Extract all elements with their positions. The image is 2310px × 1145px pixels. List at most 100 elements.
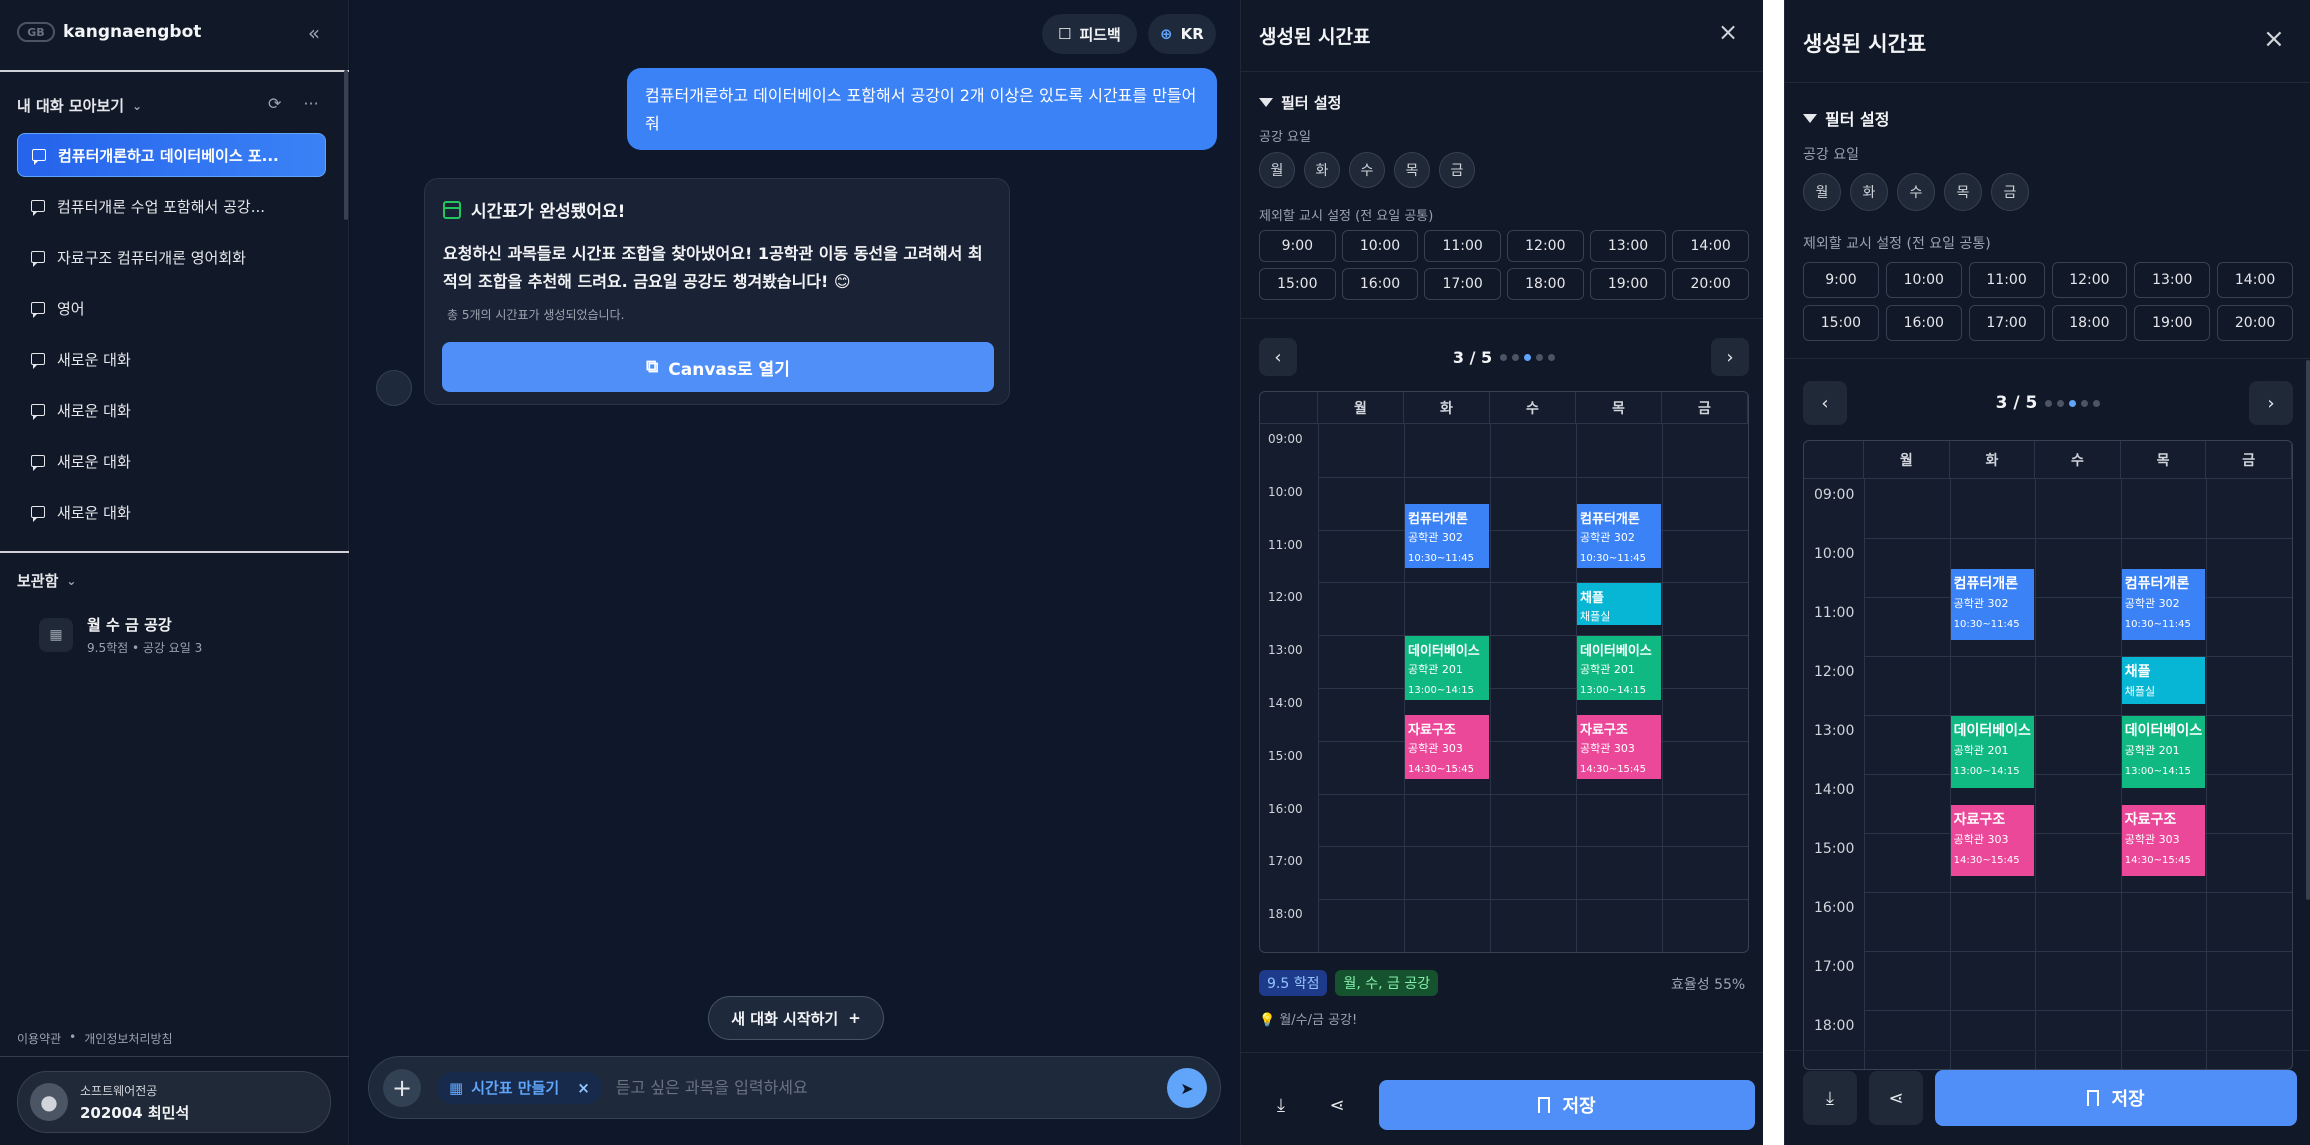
message-input[interactable] bbox=[615, 1078, 1146, 1097]
day-pill-wed[interactable]: 수 bbox=[1897, 173, 1935, 211]
share-icon[interactable]: ⋖ bbox=[1869, 1071, 1923, 1125]
hour-button[interactable]: 18:00 bbox=[1506, 268, 1584, 300]
day-pill-mon[interactable]: 월 bbox=[1803, 173, 1841, 211]
hour-button[interactable]: 13:00 bbox=[1589, 230, 1667, 262]
page-dot[interactable] bbox=[2093, 399, 2101, 407]
hour-button[interactable]: 12:00 bbox=[1506, 230, 1584, 262]
hour-button[interactable]: 11:00 bbox=[1968, 262, 2045, 298]
hour-button[interactable]: 10:00 bbox=[1885, 262, 1962, 298]
download-icon[interactable]: ⤓ bbox=[1259, 1081, 1303, 1129]
page-dot[interactable] bbox=[1512, 353, 1520, 361]
send-button[interactable]: ➤ bbox=[1167, 1068, 1207, 1108]
course-block[interactable]: 데이터베이스 공학관 201 13:00~14:15 bbox=[1950, 716, 2035, 788]
conversation-item[interactable]: 영어 bbox=[17, 286, 326, 330]
day-pill-fri[interactable]: 금 bbox=[1991, 173, 2029, 211]
hour-button[interactable]: 16:00 bbox=[1341, 268, 1419, 300]
hour-button[interactable]: 14:00 bbox=[1672, 230, 1749, 262]
conversation-item[interactable]: 새로운 대화 bbox=[17, 490, 326, 534]
conversation-item-active[interactable]: 컴퓨터개론하고 데이터베이스 포... bbox=[17, 133, 326, 177]
save-button[interactable]: 저장 bbox=[1379, 1080, 1755, 1130]
saved-header[interactable]: 보관함 ⌄ bbox=[17, 570, 76, 591]
page-dot[interactable] bbox=[1500, 353, 1508, 361]
attach-plus-button[interactable]: + bbox=[383, 1068, 421, 1107]
hour-button[interactable]: 18:00 bbox=[2051, 305, 2128, 341]
hour-button[interactable]: 11:00 bbox=[1424, 230, 1501, 262]
conversations-header[interactable]: 내 대화 모아보기 ⌄ bbox=[17, 95, 142, 116]
course-block[interactable]: 컴퓨터개론 공학관 302 10:30~11:45 bbox=[1405, 504, 1489, 569]
saved-timetable-item[interactable]: ▦ 월 수 금 공강 9.5학점 • 공강 요일 3 bbox=[39, 614, 202, 656]
hour-button[interactable]: 16:00 bbox=[1885, 305, 1962, 341]
page-dot-active[interactable] bbox=[1524, 353, 1532, 361]
hour-button[interactable]: 20:00 bbox=[2217, 305, 2293, 341]
prev-page-button[interactable]: ‹ bbox=[1259, 338, 1297, 376]
day-pill-wed[interactable]: 수 bbox=[1349, 152, 1385, 188]
course-block[interactable]: 컴퓨터개론 공학관 302 10:30~11:45 bbox=[1950, 568, 2035, 641]
hour-button[interactable]: 17:00 bbox=[1968, 305, 2045, 341]
course-block[interactable]: 자료구조 공학관 303 14:30~15:45 bbox=[1405, 715, 1489, 780]
close-icon[interactable]: × bbox=[2263, 24, 2285, 54]
hour-button[interactable]: 10:00 bbox=[1341, 230, 1419, 262]
hour-button[interactable]: 13:00 bbox=[2134, 262, 2211, 298]
hour-button[interactable]: 17:00 bbox=[1424, 268, 1501, 300]
course-block[interactable]: 채플 채플실 bbox=[1577, 583, 1661, 626]
day-pill-thu[interactable]: 목 bbox=[1394, 152, 1430, 188]
day-pill-tue[interactable]: 화 bbox=[1850, 173, 1888, 211]
course-block[interactable]: 데이터베이스 공학관 201 13:00~14:15 bbox=[1577, 636, 1661, 701]
save-button[interactable]: 저장 bbox=[1935, 1070, 2297, 1126]
language-button[interactable]: ⊕ KR bbox=[1148, 14, 1216, 54]
hour-button[interactable]: 9:00 bbox=[1259, 230, 1336, 262]
hour-button[interactable]: 20:00 bbox=[1672, 268, 1749, 300]
page-dot-active[interactable] bbox=[2069, 399, 2077, 407]
prev-page-button[interactable]: ‹ bbox=[1803, 381, 1847, 425]
course-block[interactable]: 데이터베이스 공학관 201 13:00~14:15 bbox=[2121, 716, 2206, 788]
course-block[interactable]: 자료구조 공학관 303 14:30~15:45 bbox=[1577, 715, 1661, 780]
hour-button[interactable]: 9:00 bbox=[1803, 262, 1879, 298]
close-icon[interactable]: × bbox=[577, 1079, 590, 1097]
conversation-item[interactable]: 자료구조 컴퓨터개론 영어회화 bbox=[17, 235, 326, 279]
conversation-item[interactable]: 새로운 대화 bbox=[17, 439, 326, 483]
user-profile[interactable]: ● 소프트웨어전공 202004 최민석 bbox=[17, 1071, 331, 1133]
course-block[interactable]: 자료구조 공학관 303 14:30~15:45 bbox=[2121, 804, 2206, 877]
privacy-link[interactable]: 개인정보처리방침 bbox=[84, 1030, 172, 1047]
close-icon[interactable]: × bbox=[1718, 18, 1738, 46]
course-block[interactable]: 데이터베이스 공학관 201 13:00~14:15 bbox=[1405, 636, 1489, 701]
course-block[interactable]: 채플 채플실 bbox=[2121, 657, 2206, 704]
page-dot[interactable] bbox=[2057, 399, 2065, 407]
next-page-button[interactable]: › bbox=[1711, 338, 1749, 376]
conversation-item[interactable]: 새로운 대화 bbox=[17, 388, 326, 432]
brand[interactable]: GB kangnaengbot bbox=[17, 22, 201, 42]
day-pill-fri[interactable]: 금 bbox=[1439, 152, 1475, 188]
conversation-item[interactable]: 새로운 대화 bbox=[17, 337, 326, 381]
panel-scrollbar[interactable] bbox=[2306, 360, 2310, 900]
saved-item-subtitle: 9.5학점 • 공강 요일 3 bbox=[87, 641, 203, 655]
course-block[interactable]: 자료구조 공학관 303 14:30~15:45 bbox=[1950, 804, 2035, 877]
hour-button[interactable]: 14:00 bbox=[2217, 262, 2293, 298]
course-block[interactable]: 컴퓨터개론 공학관 302 10:30~11:45 bbox=[2121, 568, 2206, 641]
open-canvas-button[interactable]: ⧉ Canvas로 열기 bbox=[442, 342, 994, 392]
day-pill-tue[interactable]: 화 bbox=[1304, 152, 1340, 188]
collapse-sidebar-icon[interactable]: « bbox=[302, 22, 326, 46]
hour-button[interactable]: 19:00 bbox=[1589, 268, 1667, 300]
sidebar-scrollbar[interactable] bbox=[344, 70, 348, 220]
new-chat-button[interactable]: 새 대화 시작하기 + bbox=[708, 996, 884, 1040]
day-pill-mon[interactable]: 월 bbox=[1259, 152, 1295, 188]
hour-button[interactable]: 15:00 bbox=[1803, 305, 1879, 341]
course-block[interactable]: 컴퓨터개론 공학관 302 10:30~11:45 bbox=[1577, 504, 1661, 569]
hour-button[interactable]: 15:00 bbox=[1259, 268, 1336, 300]
refresh-icon[interactable]: ⟳ bbox=[268, 94, 281, 113]
share-icon[interactable]: ⋖ bbox=[1315, 1081, 1359, 1129]
hour-button[interactable]: 12:00 bbox=[2051, 262, 2128, 298]
download-icon[interactable]: ⤓ bbox=[1803, 1071, 1857, 1125]
conversation-item[interactable]: 컴퓨터개론 수업 포함해서 공강... bbox=[17, 184, 326, 228]
more-icon[interactable]: ··· bbox=[303, 94, 318, 113]
feedback-button[interactable]: ☐ 피드백 bbox=[1042, 14, 1137, 54]
page-dot[interactable] bbox=[1548, 353, 1556, 361]
mode-chip[interactable]: ▦ 시간표 만들기 × bbox=[437, 1071, 602, 1104]
hour-button[interactable]: 19:00 bbox=[2134, 305, 2211, 341]
page-dot[interactable] bbox=[2045, 399, 2053, 407]
page-dot[interactable] bbox=[1536, 353, 1544, 361]
next-page-button[interactable]: › bbox=[2248, 381, 2293, 425]
terms-link[interactable]: 이용약관 bbox=[17, 1030, 61, 1047]
day-pill-thu[interactable]: 목 bbox=[1944, 173, 1982, 211]
page-dot[interactable] bbox=[2081, 399, 2089, 407]
